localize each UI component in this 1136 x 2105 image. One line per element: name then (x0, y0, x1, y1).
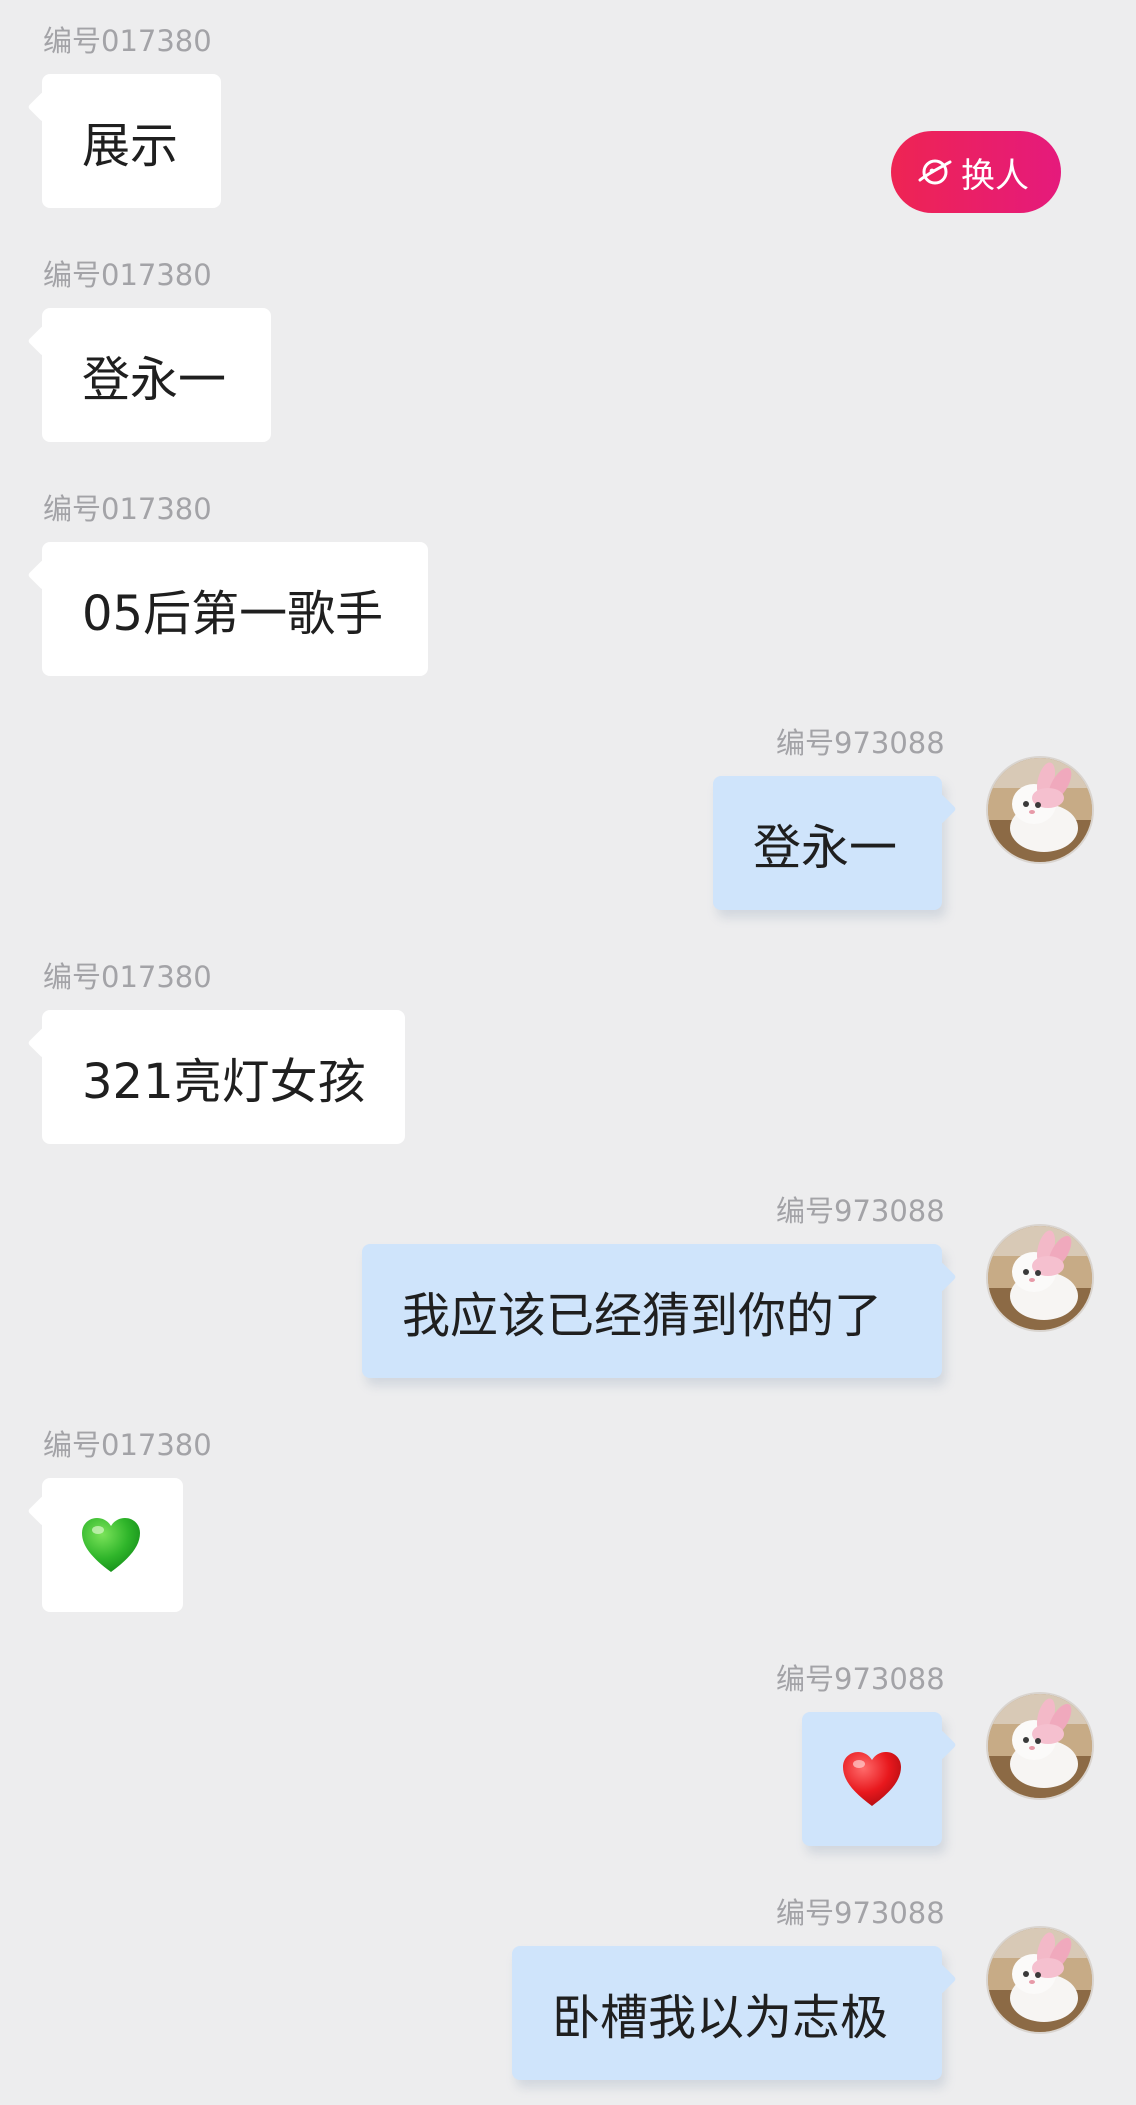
message-text: 登永一 (753, 820, 898, 876)
message-bubble[interactable]: 登永一 (713, 776, 942, 910)
sender-label: 编号017380 (43, 258, 212, 292)
message-bubble[interactable] (42, 1478, 183, 1612)
message-text: 展示 (82, 118, 179, 174)
message-text: 05后第一歌手 (82, 586, 384, 642)
avatar[interactable] (986, 1224, 1094, 1332)
sender-label: 编号017380 (43, 1428, 212, 1462)
switch-person-button[interactable]: 换人 (891, 131, 1061, 213)
sender-label: 编号017380 (43, 492, 212, 526)
avatar[interactable] (986, 1926, 1094, 2034)
sender-label: 编号017380 (43, 960, 212, 994)
sender-label: 编号973088 (776, 1194, 945, 1228)
sender-label: 编号017380 (43, 24, 212, 58)
message-bubble[interactable] (802, 1712, 942, 1846)
switch-person-label: 换人 (961, 155, 1029, 196)
avatar[interactable] (986, 1692, 1094, 1800)
message-bubble[interactable]: 卧槽我以为志极 (512, 1946, 942, 2080)
message-text: 卧槽我以为志极 (552, 1990, 889, 2046)
message-text: 我应该已经猜到你的了 (402, 1288, 883, 1344)
cat-avatar-image (988, 1226, 1092, 1330)
message-bubble[interactable]: 05后第一歌手 (42, 542, 428, 676)
message-bubble[interactable]: 展示 (42, 74, 221, 208)
cat-avatar-image (988, 1928, 1092, 2032)
cat-avatar-image (988, 1694, 1092, 1798)
message-text: 321亮灯女孩 (82, 1054, 366, 1110)
red-heart-icon (843, 1752, 901, 1806)
planet-icon (918, 159, 952, 185)
green-heart-icon (82, 1518, 140, 1572)
message-bubble[interactable]: 登永一 (42, 308, 271, 442)
message-text: 登永一 (82, 352, 227, 408)
sender-label: 编号973088 (776, 1662, 945, 1696)
message-bubble[interactable]: 我应该已经猜到你的了 (362, 1244, 942, 1378)
avatar[interactable] (986, 756, 1094, 864)
sender-label: 编号973088 (776, 726, 945, 760)
cat-avatar-image (988, 758, 1092, 862)
sender-label: 编号973088 (776, 1896, 945, 1930)
message-bubble[interactable]: 321亮灯女孩 (42, 1010, 405, 1144)
